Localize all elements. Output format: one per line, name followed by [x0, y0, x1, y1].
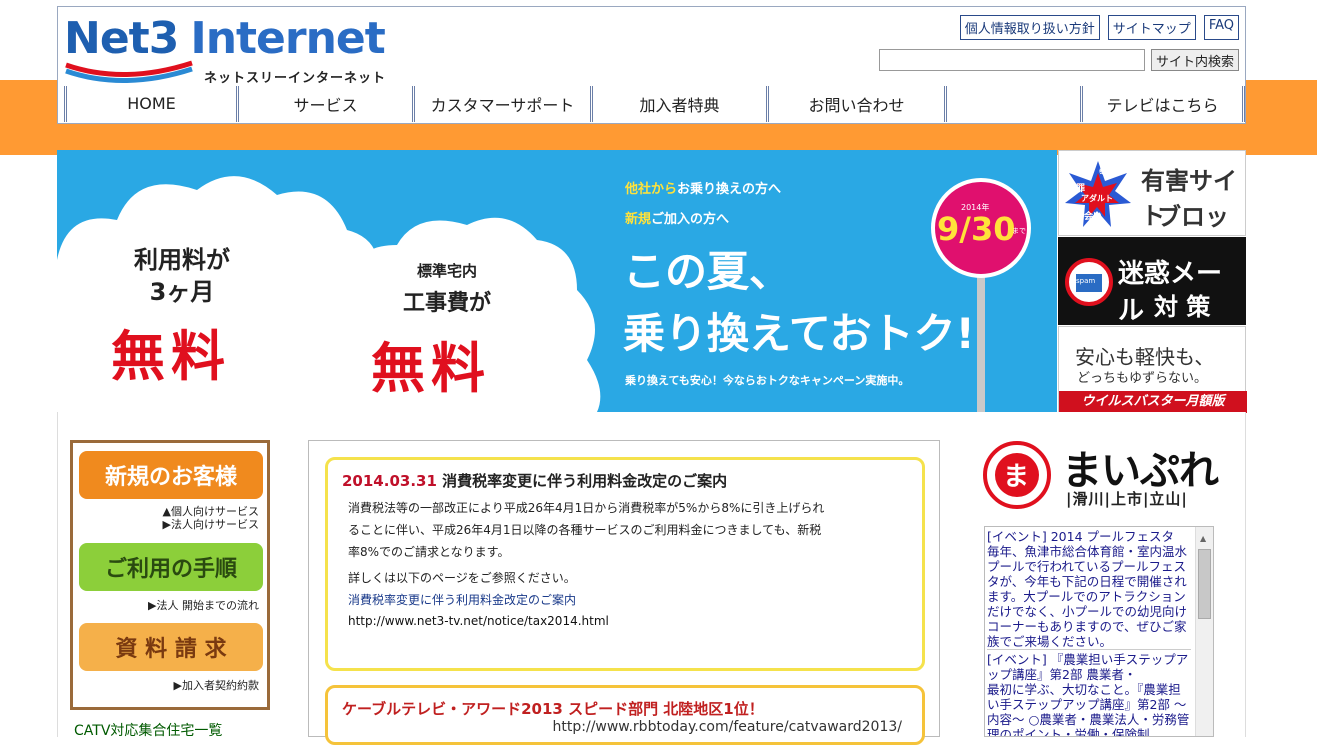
main-nav: HOME サービス カスタマーサポート 加入者特典 お問い合わせ テレビはこちら	[57, 84, 1246, 124]
notice2-title: ケーブルテレビ・アワード2013 スピード部門 北陸地区1位！	[342, 700, 764, 718]
banner-line-b-text: ご加入の方へ	[651, 212, 730, 227]
spam-label: spam	[1076, 277, 1096, 285]
cloud1-line2: 3ヶ月	[149, 278, 215, 306]
catv-apartment-list-link[interactable]: CATV対応集合住宅一覧	[74, 720, 222, 740]
notice1-url[interactable]: http://www.net3-tv.net/notice/tax2014.ht…	[342, 611, 908, 631]
maipure-event-feed[interactable]: [イベント] 2014 プールフェスタ 毎年、魚津市総合体育館・室内温水プールで…	[984, 526, 1214, 737]
search-input[interactable]	[878, 49, 1145, 71]
notice1-date: 2014.03.31	[342, 472, 437, 490]
faq-link[interactable]: FAQ	[1203, 15, 1239, 40]
cloud2-line2: 工事費が	[402, 291, 491, 316]
b1-tag-adult: アダルト	[1081, 194, 1113, 203]
maipure-mark-text: ま	[1003, 462, 1030, 492]
banner-line-b-highlight: 新規	[625, 212, 652, 227]
new-customer-links: ▲個人向けサービス ▶法人向けサービス	[163, 505, 259, 531]
banner-line-a-text: お乗り換えの方へ	[677, 182, 782, 197]
cloud2-free-text: 無料	[371, 337, 491, 400]
site-search: サイト内検索	[878, 49, 1239, 71]
nav-customer-support[interactable]: カスタマーサポート	[412, 85, 590, 122]
left-menu: 新規のお客様 ▲個人向けサービス ▶法人向けサービス ご利用の手順 ▶法人 開始…	[70, 440, 270, 710]
maipure-areas: |滑川|上市|立山|	[1066, 490, 1188, 508]
b3-product: ウイルスバスター月額版	[1059, 391, 1247, 413]
nav-member-benefits[interactable]: 加入者特典	[590, 85, 766, 122]
cloud1-line1: 利用料が	[134, 246, 230, 274]
net3-logo[interactable]: Net3 Internet ネットスリーインターネット	[64, 13, 424, 86]
document-request-button[interactable]: 資 料 請 求	[79, 623, 263, 671]
member-terms-link[interactable]: ▶加入者契約約款	[174, 679, 259, 692]
right-column: ま まいぷれ |滑川|上市|立山| [イベント] 2014 プールフェスタ 毎年…	[982, 440, 1234, 737]
virus-buster-banner[interactable]: 安心も軽快も、 どっちもゆずらない。 ウイルスバスター月額版	[1058, 326, 1247, 413]
privacy-policy-link[interactable]: 個人情報取り扱い方針	[959, 15, 1100, 40]
new-customer-button[interactable]: 新規のお客様	[79, 451, 263, 499]
notice1-body-line1: 消費税法等の一部改正により平成26年4月1日から消費税率が5%から8%に引き上げ…	[348, 501, 825, 515]
cloud1-free-text: 無料	[111, 325, 231, 388]
feed-item-title[interactable]: [イベント] 2014 プールフェスタ	[987, 529, 1191, 544]
notice1-body-line3: 率8%でのご請求となります。	[348, 545, 510, 559]
nav-empty-slot	[944, 85, 1080, 122]
side-banners: 有害サイト ブロック 犯罪 暴力 アダルト 出会い spam 迷惑メール 対 策…	[1058, 150, 1247, 413]
sign-suffix: まで	[1012, 227, 1026, 235]
banner-headline-2: 乗り換えておトク!	[623, 309, 975, 358]
usage-steps-links: ▶法人 開始までの流れ	[148, 599, 259, 612]
b3-title: 安心も軽快も、	[1075, 345, 1215, 369]
banner-line-b: 新規ご加入の方へ	[625, 208, 729, 227]
b3-subtitle: どっちもゆずらない。	[1077, 371, 1208, 386]
corporate-start-flow-link[interactable]: ▶法人 開始までの流れ	[148, 599, 259, 612]
scroll-thumb[interactable]	[1198, 549, 1211, 619]
logo-swoosh-icon	[65, 60, 193, 83]
corporate-service-link[interactable]: ▶法人向けサービス	[163, 518, 259, 531]
nav-tv[interactable]: テレビはこちら	[1080, 85, 1245, 122]
notice1-title-text: 消費税率変更に伴う利用料金改定のご案内	[442, 472, 728, 490]
utility-links: 個人情報取り扱い方針 サイトマップ FAQ	[959, 15, 1239, 40]
notice1-title: 2014.03.31 消費税率変更に伴う利用料金改定のご案内	[342, 470, 908, 491]
feed-item[interactable]: [イベント] 『農業担い手ステップアップ講座』第2部 農業者・ 最初に学ぶ、大切…	[987, 652, 1191, 737]
banner-line-a: 他社からお乗り換えの方へ	[625, 178, 781, 197]
notice-catv-award: ケーブルテレビ・アワード2013 スピード部門 北陸地区1位！ http://w…	[325, 685, 925, 745]
notice1-link[interactable]: 消費税率変更に伴う利用料金改定のご案内	[342, 589, 908, 611]
maipure-logo[interactable]: ま まいぷれ |滑川|上市|立山|	[982, 440, 1234, 516]
notice1-body-line4: 詳しくは以下のページをご参照ください。	[348, 571, 576, 585]
b1-tag-violence: 暴力	[1099, 166, 1118, 176]
banner-headline-1: この夏、	[623, 247, 792, 296]
sitemap-link[interactable]: サイトマップ	[1107, 15, 1196, 40]
sign-date: 9/30	[937, 210, 1016, 248]
feed-item[interactable]: [イベント] 2014 プールフェスタ 毎年、魚津市総合体育館・室内温水プールで…	[987, 529, 1191, 650]
feed-item-body: 最初に学ぶ、大切なこと。『農業担い手ステップアップ講座』第2部 ～内容～ ○農業…	[987, 682, 1190, 737]
notice2-url[interactable]: http://www.rbbtoday.com/feature/catvawar…	[342, 719, 908, 735]
banner-line-a-highlight: 他社から	[625, 182, 678, 197]
personal-service-link[interactable]: ▲個人向けサービス	[163, 505, 259, 518]
search-button[interactable]: サイト内検索	[1150, 49, 1239, 71]
nav-contact[interactable]: お問い合わせ	[766, 85, 944, 122]
b1-tag-dating: 出会い	[1075, 212, 1103, 222]
harmful-site-block-banner[interactable]: 有害サイト ブロック 犯罪 暴力 アダルト 出会い	[1058, 150, 1246, 266]
cloud2-line1: 標準宅内	[416, 262, 477, 280]
feed-item-title[interactable]: [イベント] 『農業担い手ステップアップ講座』第2部 農業者・	[987, 652, 1191, 682]
document-request-links: ▶加入者契約約款	[174, 679, 259, 692]
nav-home[interactable]: HOME	[64, 85, 236, 122]
feed-scrollbar[interactable]: ▲	[1195, 527, 1213, 736]
b2-subtitle: 対 策	[1154, 293, 1211, 321]
news-panel: 2014.03.31 消費税率変更に伴う利用料金改定のご案内 消費税法等の一部改…	[308, 440, 940, 745]
nav-services[interactable]: サービス	[236, 85, 412, 122]
scroll-up-icon[interactable]: ▲	[1200, 531, 1206, 546]
usage-steps-button[interactable]: ご利用の手順	[79, 543, 263, 591]
feed-item-body: 毎年、魚津市総合体育館・室内温水プールで行われているプールフェスタが、今年も下記…	[987, 544, 1188, 649]
logo-internet-text: Internet	[190, 13, 385, 64]
banner-subline: 乗り換えても安心！今ならおトクなキャンペーン実施中。	[625, 374, 910, 387]
campaign-banner[interactable]: 利用料が 3ヶ月 無料 標準宅内 工事費が 無料 他社からお乗り換えの方へ 新規…	[57, 150, 1057, 412]
notice1-body-line2: ることに伴い、平成26年4月1日以降の各種サービスのご利用料金につきましても、新…	[348, 523, 822, 537]
spam-mail-banner[interactable]: spam 迷惑メール 対 策	[1058, 237, 1246, 326]
notice-tax-change: 2014.03.31 消費税率変更に伴う利用料金改定のご案内 消費税法等の一部改…	[325, 457, 925, 671]
